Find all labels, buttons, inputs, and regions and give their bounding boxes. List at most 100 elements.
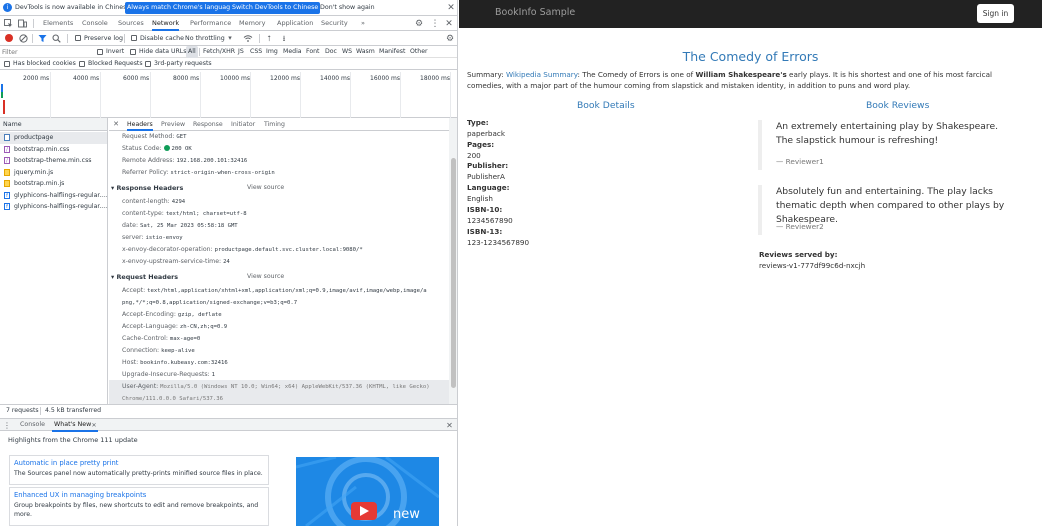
close-devtools-icon[interactable]: ✕ [444, 19, 454, 29]
request-row[interactable]: bootstrap.min.js [0, 178, 107, 190]
header-line: Connection: keep-alive [122, 347, 195, 354]
filter-type-manifest[interactable]: Manifest [379, 46, 405, 58]
response-view-source-link[interactable]: View source [247, 184, 284, 191]
header-line: Remote Address: 192.168.200.101:32416 [122, 157, 248, 164]
request-row[interactable]: f glyphicons-halflings-regular.... [0, 201, 107, 213]
tab-initiator[interactable]: Initiator [231, 118, 255, 131]
tab-headers[interactable]: Headers [127, 118, 153, 131]
settings-gear-icon[interactable]: ⚙ [414, 19, 424, 29]
request-row[interactable]: / bootstrap-theme.min.css [0, 155, 107, 167]
export-har-icon[interactable]: ⭳ [280, 34, 288, 43]
filter-type-ws[interactable]: WS [342, 46, 352, 58]
dropdown-caret-icon[interactable]: ▾ [226, 34, 234, 43]
more-tabs-button[interactable]: » [361, 16, 365, 31]
drawer-tab-console[interactable]: Console [20, 421, 45, 428]
wikipedia-summary-link[interactable]: Wikipedia Summary [506, 70, 578, 79]
filter-type-media[interactable]: Media [283, 46, 302, 58]
filter-type-fetch-xhr[interactable]: Fetch/XHR [203, 46, 235, 58]
timeline-request-bar [1, 92, 3, 98]
disable-cache-checkbox[interactable] [131, 35, 137, 41]
network-settings-icon[interactable]: ⚙ [445, 34, 455, 44]
has-blocked-cookies-checkbox[interactable] [4, 61, 10, 67]
feature-card-title[interactable]: Automatic in place pretty print [14, 459, 118, 467]
inspect-element-icon[interactable] [4, 19, 13, 28]
always-match-language-button[interactable]: Always match Chrome's language [125, 2, 237, 14]
detail-value: paperback [467, 129, 505, 138]
request-view-source-link[interactable]: View source [247, 273, 284, 280]
close-icon[interactable]: ✕ [446, 3, 456, 13]
dont-show-again-button[interactable]: Don't show again [318, 2, 377, 14]
clear-icon[interactable] [19, 34, 28, 43]
hide-data-urls-checkbox[interactable] [130, 49, 136, 55]
request-row[interactable]: jquery.min.js [0, 167, 107, 179]
network-conditions-icon[interactable] [243, 34, 253, 43]
font-file-icon: f [4, 203, 10, 210]
tab-performance[interactable]: Performance [190, 16, 231, 31]
video-label: new [393, 507, 420, 522]
drawer-menu-icon[interactable]: ⋮ [3, 421, 11, 430]
tab-elements[interactable]: Elements [43, 16, 73, 31]
detail-value: 123-1234567890 [467, 238, 530, 247]
tab-application[interactable]: Application [277, 16, 313, 31]
feature-card[interactable]: Automatic in place pretty print The Sour… [9, 455, 269, 485]
whats-new-video-thumbnail[interactable]: new [296, 457, 439, 526]
details-scrollbar[interactable] [449, 118, 457, 404]
header-line: date: Sat, 25 Mar 2023 05:58:18 GMT [122, 222, 238, 229]
response-headers-section[interactable]: ▾ Response Headers [111, 184, 183, 192]
throttling-select[interactable]: No throttling [185, 31, 225, 46]
tab-network[interactable]: Network [152, 16, 180, 31]
filter-type-other[interactable]: Other [410, 46, 428, 58]
filter-type-wasm[interactable]: Wasm [356, 46, 375, 58]
device-toolbar-icon[interactable] [18, 19, 27, 28]
invert-label: Invert [106, 48, 125, 55]
third-party-checkbox[interactable] [145, 61, 151, 67]
timeline-load-marker [3, 100, 5, 114]
request-row[interactable]: productpage [0, 132, 107, 144]
filter-type-css[interactable]: CSS [250, 46, 262, 58]
blocked-requests-checkbox[interactable] [79, 61, 85, 67]
feature-card[interactable]: Enhanced UX in managing breakpoints Grou… [9, 487, 269, 526]
search-icon[interactable] [52, 34, 61, 43]
tab-memory[interactable]: Memory [239, 16, 265, 31]
filter-type-font[interactable]: Font [306, 46, 319, 58]
feature-card-title[interactable]: Enhanced UX in managing breakpoints [14, 491, 146, 499]
close-tab-icon[interactable]: ✕ [91, 421, 97, 430]
close-drawer-icon[interactable]: ✕ [445, 421, 454, 430]
filter-type-all[interactable]: All [186, 46, 198, 58]
drawer-tab-whats-new[interactable]: What's New [54, 421, 91, 428]
tab-timing[interactable]: Timing [264, 118, 285, 131]
scrollbar-thumb[interactable] [451, 158, 456, 388]
detail-value: 200 [467, 151, 481, 160]
tab-preview[interactable]: Preview [161, 118, 185, 131]
request-name: bootstrap.min.css [14, 145, 70, 153]
info-icon: i [3, 3, 12, 12]
filter-input[interactable] [2, 47, 90, 57]
tab-response[interactable]: Response [193, 118, 223, 131]
request-row[interactable]: f glyphicons-halflings-regular.... [0, 190, 107, 202]
timeline-request-bar [1, 84, 3, 92]
close-details-icon[interactable]: ✕ [112, 120, 120, 129]
record-icon[interactable] [5, 34, 13, 42]
header-line: x-envoy-upstream-service-time: 24 [122, 258, 230, 265]
brand-link[interactable]: BookInfo Sample [495, 7, 575, 18]
switch-to-chinese-button[interactable]: Switch DevTools to Chinese [230, 2, 321, 14]
expand-triangle-icon: ▾ [111, 273, 115, 281]
request-details-pane: ✕ Headers Preview Response Initiator Tim… [109, 118, 449, 404]
name-column-header[interactable]: Name [0, 118, 107, 131]
request-headers-section[interactable]: ▾ Request Headers [111, 273, 178, 281]
tab-console[interactable]: Console [82, 16, 108, 31]
request-row[interactable]: / bootstrap.min.css [0, 144, 107, 156]
sign-in-button[interactable]: Sign in [977, 4, 1014, 23]
filter-type-doc[interactable]: Doc [325, 46, 337, 58]
invert-checkbox[interactable] [97, 49, 103, 55]
filter-type-js[interactable]: JS [238, 46, 244, 58]
tab-security[interactable]: Security [321, 16, 348, 31]
import-har-icon[interactable]: ⭡ [265, 34, 273, 43]
filter-type-img[interactable]: Img [266, 46, 278, 58]
filter-icon[interactable] [38, 34, 47, 43]
tab-sources[interactable]: Sources [118, 16, 144, 31]
timeline-overview[interactable]: 2000 ms 4000 ms 6000 ms 8000 ms 10000 ms… [0, 72, 457, 118]
timeline-tick: 12000 ms [270, 75, 300, 82]
preserve-log-checkbox[interactable] [75, 35, 81, 41]
more-options-icon[interactable]: ⋮ [430, 19, 440, 29]
